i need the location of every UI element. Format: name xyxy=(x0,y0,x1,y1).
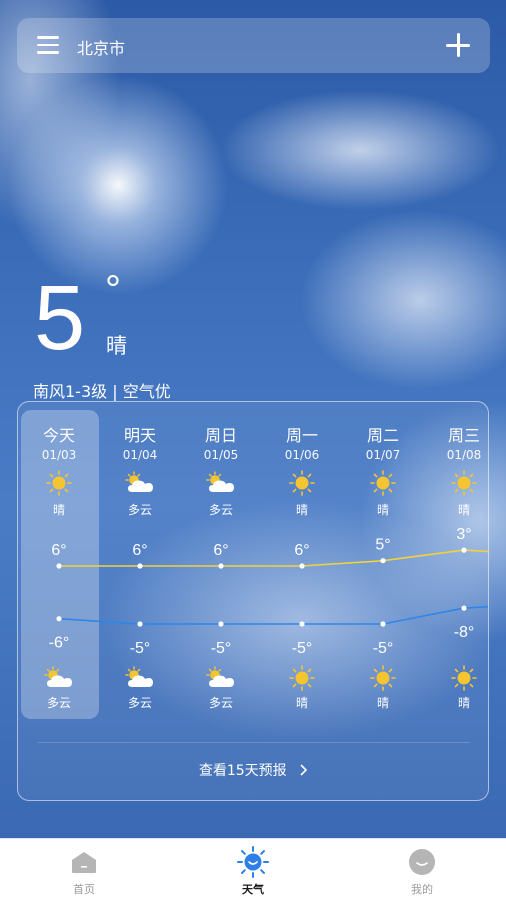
sun-icon xyxy=(370,470,396,496)
day-date: 01/04 xyxy=(122,448,158,462)
sun-icon xyxy=(289,470,315,496)
nav-item-weather[interactable]: 天气 xyxy=(193,839,313,900)
chevron-right-icon xyxy=(300,764,308,776)
night-condition: 晴 xyxy=(295,696,308,710)
day-condition: 晴 xyxy=(52,503,65,517)
sun-icon xyxy=(46,470,72,496)
day-name: 周三 xyxy=(447,426,480,445)
nav-label-profile: 我的 xyxy=(411,883,433,896)
night-condition: 多云 xyxy=(208,696,233,710)
city-name[interactable]: 北京市 xyxy=(77,35,125,59)
night-condition: 多云 xyxy=(46,696,71,710)
day-condition: 多云 xyxy=(208,503,233,517)
partly-cloudy-icon xyxy=(206,471,234,492)
profile-icon xyxy=(409,849,435,875)
plus-icon[interactable] xyxy=(446,33,470,57)
day-name: 周一 xyxy=(285,426,318,445)
degree-symbol: ° xyxy=(105,268,121,312)
day-condition: 晴 xyxy=(376,503,389,517)
day-name: 明天 xyxy=(123,426,156,445)
forecast-day-2[interactable]: 周日 01/05 多云 多云 xyxy=(181,402,261,722)
home-icon xyxy=(72,852,96,873)
nav-item-profile[interactable]: 我的 xyxy=(362,839,482,900)
forecast-card: 6° -6° 6° -5° 6° -5° 6° -5° 5° -5° 3° -8° 今天 01/03 … xyxy=(17,401,489,801)
day-condition: 晴 xyxy=(457,503,470,517)
day-name: 周二 xyxy=(366,426,399,445)
sun-icon xyxy=(451,470,477,496)
view-15-day-forecast-link[interactable]: 查看15天预报 xyxy=(18,760,488,780)
day-date: 01/08 xyxy=(446,448,482,462)
day-date: 01/05 xyxy=(203,448,239,462)
sun-icon xyxy=(289,665,315,691)
day-name: 周日 xyxy=(204,426,237,445)
divider xyxy=(38,742,470,743)
night-condition: 多云 xyxy=(127,696,152,710)
wind-air-quality: 南风1-3级 | 空气优 xyxy=(33,382,171,401)
partly-cloudy-icon xyxy=(206,666,234,687)
nav-label-weather: 天气 xyxy=(242,883,264,896)
partly-cloudy-icon xyxy=(125,666,153,687)
partly-cloudy-icon xyxy=(125,471,153,492)
forecast-day-3[interactable]: 周一 01/06 晴 晴 xyxy=(262,402,342,722)
day-condition: 多云 xyxy=(127,503,152,517)
night-condition: 晴 xyxy=(376,696,389,710)
day-date: 01/03 xyxy=(41,448,77,462)
forecast-day-4[interactable]: 周二 01/07 晴 晴 xyxy=(343,402,423,722)
day-date: 01/06 xyxy=(284,448,320,462)
bottom-nav: 首页 天气 我的 xyxy=(0,838,506,900)
current-condition: 晴 xyxy=(106,334,127,358)
night-condition: 晴 xyxy=(457,696,470,710)
weather-icon xyxy=(237,846,269,878)
day-condition: 晴 xyxy=(295,503,308,517)
nav-label-home: 首页 xyxy=(73,883,95,896)
sun-icon xyxy=(370,665,396,691)
menu-icon[interactable] xyxy=(37,36,59,54)
top-bar: 北京市 xyxy=(17,18,490,73)
partly-cloudy-icon xyxy=(44,666,72,687)
forecast-link-label: 查看15天预报 xyxy=(198,763,287,779)
forecast-day-5[interactable]: 周三 01/08 晴 晴 xyxy=(424,402,488,722)
day-name: 今天 xyxy=(42,426,75,445)
forecast-day-0[interactable]: 今天 01/03 晴 多云 xyxy=(19,402,99,722)
day-date: 01/07 xyxy=(365,448,401,462)
current-temperature: 5 xyxy=(34,267,86,369)
nav-item-home[interactable]: 首页 xyxy=(24,839,144,900)
sun-icon xyxy=(451,665,477,691)
forecast-day-1[interactable]: 明天 01/04 多云 多云 xyxy=(100,402,180,722)
